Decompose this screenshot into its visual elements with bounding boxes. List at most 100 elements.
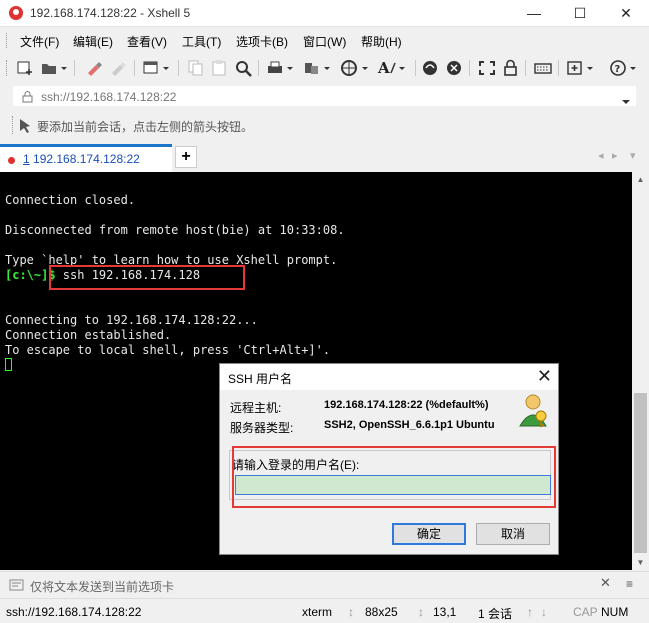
add-icon[interactable] <box>566 59 593 77</box>
status-cursor: 13,1 <box>433 605 457 619</box>
menu-grip <box>6 33 9 48</box>
close-button[interactable]: ✕ <box>603 0 649 26</box>
cursor-position-icon: ↕ <box>418 605 424 619</box>
status-bar: ssh://192.168.174.128:22 xterm ↕ 88x25 ↕… <box>0 598 649 623</box>
terminal-line: Connecting to 192.168.174.128:22... <box>5 313 258 327</box>
remote-host-value: 192.168.174.128:22 (%default%) <box>324 399 489 411</box>
paste-icon[interactable] <box>210 59 230 77</box>
dialog-close-button[interactable]: ✕ <box>537 366 552 387</box>
toolbar-separator <box>258 60 259 76</box>
svg-text:A: A <box>377 59 390 77</box>
dialog-title-bar: SSH 用户名 ✕ <box>220 364 558 390</box>
properties-icon[interactable] <box>142 59 169 77</box>
session-hint-bar: 要添加当前会话，点击左侧的箭头按钮。 <box>0 111 649 139</box>
cancel-button[interactable]: 取消 <box>476 523 550 545</box>
globe-icon[interactable] <box>340 59 368 77</box>
user-key-icon <box>516 392 550 428</box>
toolbar-separator <box>469 60 470 76</box>
compose-icon[interactable] <box>9 578 25 595</box>
lock-icon <box>22 90 33 106</box>
toolbar-separator <box>74 60 75 76</box>
ssh-username-dialog: SSH 用户名 ✕ 远程主机: 192.168.174.128:22 (%def… <box>219 363 559 555</box>
shell-prompt: [c:\~]$ <box>5 268 56 282</box>
menu-window[interactable]: 窗口(W) <box>303 33 346 50</box>
status-terminal-type: xterm <box>302 605 332 619</box>
reconnect-icon[interactable] <box>84 59 104 77</box>
fullscreen-icon[interactable] <box>477 59 497 77</box>
xshell-icon[interactable] <box>445 59 465 77</box>
copy-icon[interactable] <box>186 59 206 77</box>
minimize-button[interactable]: — <box>511 0 557 26</box>
highlight-box-command <box>49 265 245 290</box>
font-icon[interactable]: A <box>377 59 405 77</box>
help-icon[interactable]: ? <box>609 59 636 77</box>
find-icon[interactable] <box>234 59 254 77</box>
server-type-label: 服务器类型: <box>230 421 294 435</box>
menu-tools[interactable]: 工具(T) <box>182 33 221 50</box>
compose-close-button[interactable]: ✕ <box>600 575 611 591</box>
tab-next-button[interactable]: ▸ <box>612 149 618 162</box>
ok-button[interactable]: 确定 <box>392 523 466 545</box>
transfer-icon[interactable] <box>302 59 330 77</box>
menu-help[interactable]: 帮助(H) <box>361 33 402 50</box>
print-icon[interactable] <box>265 59 293 77</box>
server-type-value: SSH2, OpenSSH_6.6.1p1 Ubuntu <box>324 419 495 431</box>
maximize-button[interactable]: ☐ <box>557 0 603 26</box>
toolbar-separator <box>178 60 179 76</box>
tab-prev-button[interactable]: ◂ <box>598 149 604 162</box>
window-title: 192.168.174.128:22 - Xshell 5 <box>30 6 191 20</box>
terminal-line: Connection established. <box>5 328 172 342</box>
arrow-pointer-icon[interactable] <box>18 118 32 137</box>
terminal-line: Connection closed. <box>5 193 136 207</box>
terminal-cursor <box>5 358 12 371</box>
xftp-icon[interactable] <box>421 59 441 77</box>
status-address: ssh://192.168.174.128:22 <box>6 605 142 619</box>
toolbar-separator <box>558 60 559 76</box>
menu-view[interactable]: 查看(V) <box>127 33 167 50</box>
new-session-icon[interactable] <box>15 59 35 77</box>
remote-host-label: 远程主机: <box>230 401 282 415</box>
keyboard-icon[interactable] <box>533 59 553 77</box>
address-field[interactable]: ssh://192.168.174.128:22 <box>12 85 637 107</box>
scroll-up-arrow-icon[interactable]: ▲ <box>632 172 649 187</box>
lock-icon[interactable] <box>501 59 521 77</box>
toolbar-separator <box>525 60 526 76</box>
menu-bar: 文件(F) 编辑(E) 查看(V) 工具(T) 选项卡(B) 窗口(W) 帮助(… <box>0 28 649 53</box>
tab-session[interactable]: 1 192.168.174.128:22 <box>0 144 172 172</box>
hint-text: 要添加当前会话，点击左侧的箭头按钮。 <box>37 120 254 134</box>
menu-tabs[interactable]: 选项卡(B) <box>236 33 288 50</box>
terminal-line: Disconnected from remote host(bie) at 10… <box>5 223 345 237</box>
terminal-scrollbar[interactable]: ▲ ▼ <box>632 172 649 570</box>
new-tab-button[interactable]: + <box>175 146 197 168</box>
resize-icon: ↕ <box>348 605 354 619</box>
address-text: ssh://192.168.174.128:22 <box>41 90 177 104</box>
upload-icon: ↑ <box>527 605 533 619</box>
tab-bar: 1 192.168.174.128:22 + ◂ ▸ ▾ <box>0 142 649 172</box>
highlight-box-username <box>232 446 556 508</box>
toolbar-grip <box>6 60 9 76</box>
hint-grip <box>12 116 15 134</box>
tab-list-icon[interactable]: ▾ <box>630 149 636 162</box>
download-icon: ↓ <box>541 605 547 619</box>
svg-text:?: ? <box>615 64 621 75</box>
toolbar-separator <box>415 60 416 76</box>
chevron-down-icon[interactable] <box>622 94 630 108</box>
open-folder-icon[interactable] <box>40 59 67 77</box>
toolbar-separator <box>134 60 135 76</box>
xshell-logo-icon <box>9 6 23 20</box>
connection-status-icon <box>8 157 15 164</box>
status-sessions: 1 会话 <box>478 607 513 621</box>
menu-edit[interactable]: 编辑(E) <box>73 33 113 50</box>
tab-label: 1 192.168.174.128:22 <box>23 152 140 166</box>
compose-menu-icon[interactable]: ≡ <box>626 577 633 591</box>
title-bar: 192.168.174.128:22 - Xshell 5 — ☐ ✕ <box>0 0 649 27</box>
compose-bar: 仅将文本发送到当前选项卡 ✕ ≡ <box>0 571 649 597</box>
status-num: NUM <box>601 605 629 619</box>
status-size: 88x25 <box>365 605 398 619</box>
menu-file[interactable]: 文件(F) <box>20 33 59 50</box>
scroll-down-arrow-icon[interactable]: ▼ <box>632 555 649 570</box>
toolbar: A ? <box>0 54 649 82</box>
disconnect-icon[interactable] <box>108 59 128 77</box>
status-cap: CAP <box>573 605 598 619</box>
scrollbar-thumb[interactable] <box>634 393 647 553</box>
